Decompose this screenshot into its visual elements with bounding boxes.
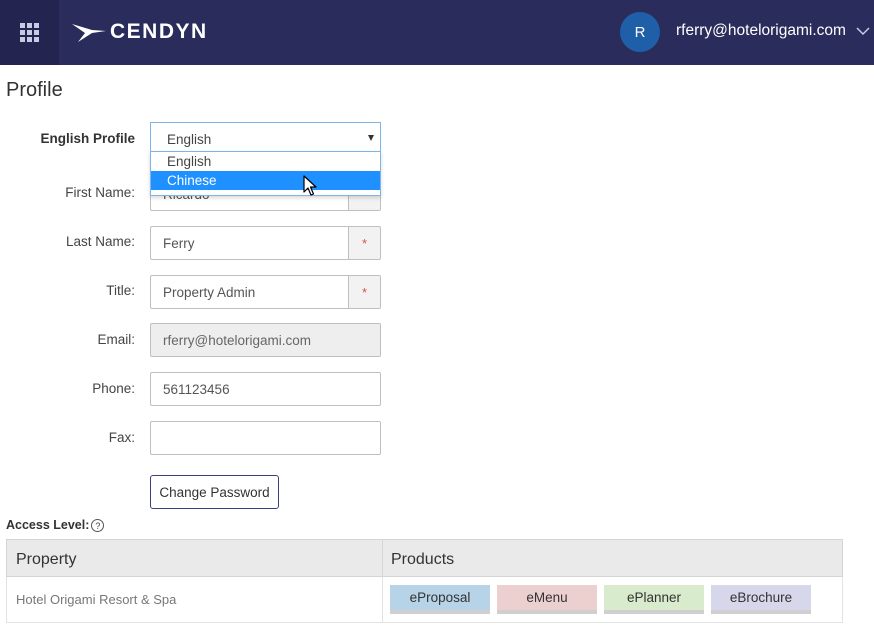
last-name-required-indicator: *	[348, 226, 381, 260]
profile-language-value: English	[167, 132, 212, 147]
column-divider	[382, 577, 383, 623]
cendyn-logo[interactable]: CENDYN	[72, 18, 208, 46]
grid-icon	[20, 23, 39, 42]
last-name-label: Last Name:	[65, 234, 135, 249]
access-level-heading: Access Level: ?	[6, 517, 105, 532]
brand-name: CENDYN	[110, 20, 208, 43]
user-menu-email[interactable]: rferry@hotelorigami.com	[676, 22, 846, 40]
top-navigation-bar: CENDYN R rferry@hotelorigami.com	[0, 0, 874, 65]
fax-label: Fax:	[108, 430, 135, 445]
product-badge-eproposal[interactable]: eProposal	[390, 585, 490, 614]
email-label: Email:	[97, 332, 135, 347]
language-option-english[interactable]: English	[151, 152, 380, 171]
caret-down-icon	[368, 135, 374, 141]
language-option-chinese[interactable]: Chinese	[151, 171, 380, 190]
chevron-down-icon[interactable]	[856, 26, 870, 36]
product-badge-ebrochure[interactable]: eBrochure	[711, 585, 811, 614]
help-icon[interactable]: ?	[91, 519, 105, 532]
fax-input[interactable]	[150, 421, 381, 455]
email-input: rferry@hotelorigami.com	[150, 323, 381, 357]
access-table-header: Property Products	[6, 539, 843, 578]
column-divider	[382, 540, 383, 578]
profile-language-options: English Chinese	[150, 151, 381, 196]
title-label: Title:	[106, 283, 135, 298]
last-name-input[interactable]: Ferry	[150, 226, 349, 260]
app-launcher-button[interactable]	[0, 0, 59, 65]
column-header-property: Property	[16, 551, 77, 568]
phone-input[interactable]: 561123456	[150, 372, 381, 406]
profile-language-label: English Profile	[40, 131, 135, 146]
title-required-indicator: *	[348, 275, 381, 309]
column-header-products: Products	[391, 551, 455, 568]
product-badge-emenu[interactable]: eMenu	[497, 585, 597, 614]
property-name: Hotel Origami Resort & Spa	[16, 592, 177, 607]
profile-language-select[interactable]: English	[150, 122, 381, 152]
product-badge-eplanner[interactable]: ePlanner	[604, 585, 704, 614]
phone-label: Phone:	[92, 381, 135, 396]
change-password-button[interactable]: Change Password	[150, 475, 279, 509]
title-input[interactable]: Property Admin	[150, 275, 349, 309]
first-name-label: First Name:	[65, 185, 135, 200]
page-title: Profile	[6, 79, 63, 101]
access-level-label: Access Level:	[6, 517, 90, 532]
user-avatar[interactable]: R	[620, 12, 660, 52]
mouse-pointer-icon	[303, 175, 317, 196]
cendyn-bird-icon	[72, 24, 106, 42]
